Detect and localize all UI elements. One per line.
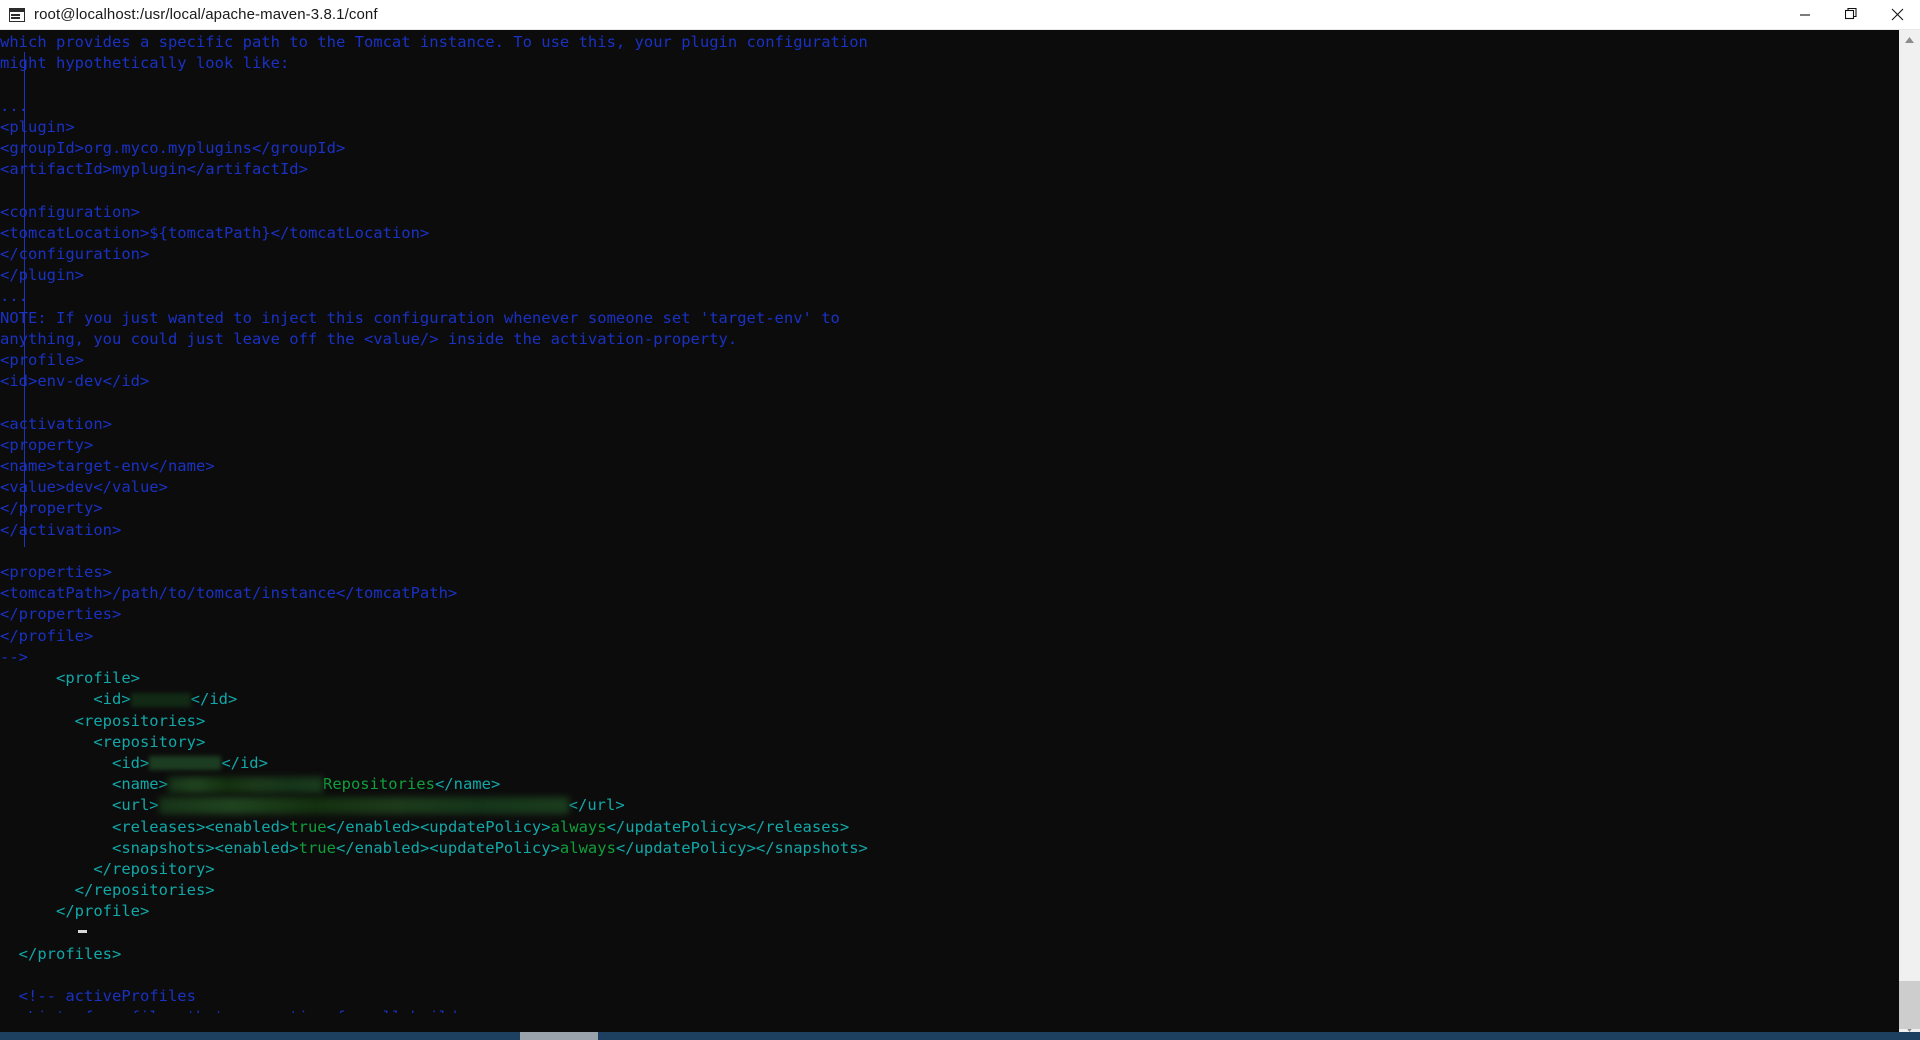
xml-profiles-close: </profiles> bbox=[18, 944, 122, 963]
xml-name-close: </name> bbox=[434, 775, 501, 794]
comment-line: which provides a specific path to the To… bbox=[0, 33, 868, 51]
comment-line: <artifactId>myplugin</artifactId> bbox=[0, 160, 308, 179]
comment-line: ... bbox=[0, 287, 28, 306]
redacted-repo-name bbox=[167, 776, 323, 793]
vertical-scrollbar-track[interactable] bbox=[1899, 51, 1920, 1029]
xml-profile-close: </profile> bbox=[56, 902, 150, 921]
xml-repositories-open: <repositories> bbox=[74, 711, 206, 730]
terminal-window[interactable]: which provides a specific path to the To… bbox=[0, 30, 1920, 1040]
vertical-scrollbar-thumb[interactable] bbox=[1899, 981, 1920, 1029]
maximize-restore-button[interactable] bbox=[1828, 0, 1874, 29]
comment-line: <tomcatPath>/path/to/tomcat/instance</to… bbox=[0, 584, 458, 603]
vim-editor-buffer[interactable]: which provides a specific path to the To… bbox=[0, 30, 1899, 1013]
scroll-up-arrow-icon[interactable] bbox=[1899, 30, 1920, 51]
comment-line: <value>dev</value> bbox=[0, 478, 168, 497]
repo-name-visible-fragment: Repositories bbox=[322, 775, 435, 794]
xml-profile-open: <profile> bbox=[56, 669, 140, 688]
xml-name-open: <name> bbox=[111, 775, 168, 794]
redacted-repo-id bbox=[149, 756, 222, 771]
comment-line: </activation> bbox=[0, 520, 122, 539]
xml-releases-seg: <releases><enabled> bbox=[111, 817, 290, 836]
comment-line: </plugin> bbox=[0, 266, 84, 285]
xml-repo-id-close: </id> bbox=[221, 753, 268, 772]
comment-line: NOTE: If you just wanted to inject this … bbox=[0, 308, 840, 327]
comment-line: </property> bbox=[0, 499, 103, 518]
comment-line: </properties> bbox=[0, 605, 122, 624]
xml-repository-open: <repository> bbox=[93, 732, 206, 751]
xml-releases-seg: </enabled><updatePolicy> bbox=[326, 817, 551, 836]
text-cursor bbox=[78, 930, 87, 933]
redacted-profile-id bbox=[130, 692, 191, 707]
comment-line: <plugin> bbox=[0, 117, 75, 136]
xml-snapshots-seg: </updatePolicy></snapshots> bbox=[615, 838, 868, 857]
window-controls bbox=[1782, 0, 1920, 29]
comment-line: <property> bbox=[0, 435, 94, 454]
comment-line: might hypothetically look like: bbox=[0, 54, 290, 73]
vim-status-line: -- 插入 -- 271,2-9 97% bbox=[0, 1013, 1899, 1040]
xml-url-open: <url> bbox=[111, 796, 159, 815]
comment-line: <configuration> bbox=[0, 202, 140, 221]
xml-snapshots-seg: <snapshots><enabled> bbox=[111, 838, 299, 857]
window-title-bar[interactable]: root@localhost:/usr/local/apache-maven-3… bbox=[0, 0, 1920, 30]
comment-close-marker: --> bbox=[0, 647, 28, 666]
comment-line: </profile> bbox=[0, 626, 94, 645]
comment-line: </configuration> bbox=[0, 245, 150, 264]
close-button[interactable] bbox=[1874, 0, 1920, 29]
comment-line: <properties> bbox=[0, 563, 112, 582]
xml-snapshots-enabled-value: true bbox=[298, 838, 336, 857]
xml-releases-seg: </updatePolicy></releases> bbox=[606, 817, 850, 836]
xml-releases-policy-value: always bbox=[550, 817, 607, 836]
xml-repo-id-open: <id> bbox=[111, 753, 150, 772]
minimize-button[interactable] bbox=[1782, 0, 1828, 29]
window-title: root@localhost:/usr/local/apache-maven-3… bbox=[34, 6, 378, 23]
xml-id-close: </id> bbox=[190, 690, 238, 709]
vertical-scrollbar[interactable] bbox=[1899, 30, 1920, 1040]
code-content: which provides a specific path to the To… bbox=[0, 32, 1899, 1013]
comment-line: <profile> bbox=[0, 351, 84, 370]
xml-snapshots-policy-value: always bbox=[559, 838, 616, 857]
comment-line: ... bbox=[0, 96, 28, 115]
comment-line: <groupId>org.myco.myplugins</groupId> bbox=[0, 139, 346, 158]
comment-line: <tomcatLocation>${tomcatPath}</tomcatLoc… bbox=[0, 223, 430, 242]
xml-id-open: <id> bbox=[93, 690, 131, 709]
xml-url-close: </url> bbox=[568, 796, 625, 815]
comment-line: <name>target-env</name> bbox=[0, 457, 215, 476]
xml-snapshots-seg: </enabled><updatePolicy> bbox=[335, 838, 560, 857]
terminal-icon bbox=[9, 7, 25, 22]
comment-line: anything, you could just leave off the <… bbox=[0, 329, 738, 348]
comment-line: <id>env-dev</id> bbox=[0, 372, 150, 391]
redacted-repo-url bbox=[158, 797, 569, 815]
xml-repositories-close: </repositories> bbox=[74, 881, 215, 900]
xml-repository-close: </repository> bbox=[93, 859, 215, 878]
trailing-comment-line: <!-- activeProfiles bbox=[18, 987, 196, 1006]
comment-line: <activation> bbox=[0, 414, 112, 433]
xml-releases-enabled-value: true bbox=[289, 817, 327, 836]
